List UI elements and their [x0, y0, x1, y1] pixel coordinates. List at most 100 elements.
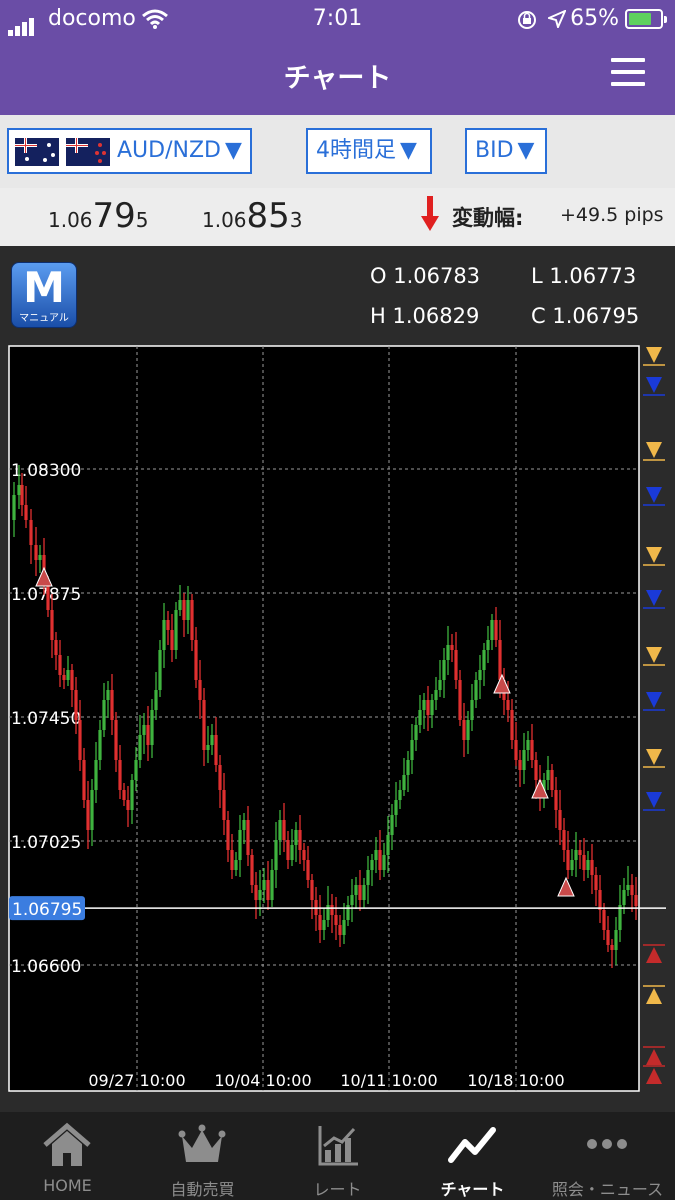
home-icon: [43, 1122, 91, 1166]
tab-auto-trade[interactable]: 自動売買: [135, 1112, 270, 1200]
chart-area[interactable]: 1.08300 1.07875 1.07450 1.07025 1.06600 09/27…: [0, 246, 675, 1112]
candle-body: [230, 850, 234, 870]
candle-body: [66, 670, 70, 680]
candle-body: [242, 820, 246, 830]
candle-body: [138, 735, 142, 760]
candle-body: [330, 905, 334, 915]
location-icon: [548, 10, 566, 28]
order-marker: [646, 442, 662, 458]
candle-body: [250, 855, 254, 885]
order-marker: [646, 988, 662, 1004]
candle-body: [202, 700, 206, 750]
candle-body: [410, 740, 414, 760]
ask-price: 1.06853: [202, 196, 303, 236]
candle-body: [46, 585, 50, 610]
candle-body: [350, 895, 354, 905]
candle-body: [274, 840, 278, 870]
tab-home-label: HOME: [43, 1176, 92, 1195]
dropdown-arrow-icon: ▼: [517, 138, 535, 163]
tab-chart[interactable]: チャート: [405, 1112, 540, 1200]
tab-inquiry-news[interactable]: 照会・ニュース: [540, 1112, 675, 1200]
candle-body: [294, 830, 298, 845]
candle-body: [126, 800, 130, 810]
tab-inquiry-news-label: 照会・ニュース: [551, 1180, 664, 1199]
order-marker: [646, 792, 662, 808]
menu-button[interactable]: [611, 58, 645, 88]
candle-body: [98, 730, 102, 760]
candle-body: [258, 890, 262, 900]
candle-body: [206, 745, 210, 750]
candle-body: [526, 740, 530, 750]
candle-body: [602, 910, 606, 930]
candle-body: [318, 915, 322, 930]
change-label: 変動幅:: [452, 206, 524, 230]
candle-body: [442, 660, 446, 680]
candle-body: [334, 915, 338, 925]
candle-body: [198, 680, 202, 700]
candle-body: [62, 675, 66, 680]
x-axis-label: 09/27 10:00: [88, 1071, 185, 1090]
candle-body: [106, 690, 110, 700]
tab-home[interactable]: HOME: [0, 1112, 135, 1200]
candle-body: [194, 640, 198, 680]
candle-body: [558, 810, 562, 830]
tab-rate-label: レート: [313, 1180, 362, 1199]
candle-body: [474, 680, 478, 700]
candle-body: [282, 820, 286, 840]
candle-body: [594, 875, 598, 890]
candle-body: [162, 620, 166, 650]
y-axis-label: 1.07025: [11, 833, 81, 853]
candle-body: [182, 600, 186, 620]
candle-body: [142, 725, 146, 735]
candle-body: [554, 790, 558, 810]
candle-body: [586, 860, 590, 870]
candle-body: [534, 760, 538, 780]
candle-body: [414, 725, 418, 740]
candle-body: [86, 800, 90, 830]
candle-body: [450, 645, 454, 650]
currency-pair-select[interactable]: AUD/NZD ▼: [7, 128, 252, 174]
page-title: チャート: [283, 63, 392, 94]
timeframe-select[interactable]: 4時間足 ▼: [306, 128, 432, 174]
order-marker: [646, 547, 662, 563]
tab-rate[interactable]: レート: [270, 1112, 405, 1200]
candlestick-chart[interactable]: 1.083001.078751.074501.070251.0660009/27…: [0, 246, 675, 1112]
candle-body: [386, 835, 390, 855]
candle-body: [222, 790, 226, 820]
candle-body: [286, 840, 290, 860]
candle-body: [326, 905, 330, 920]
open-price: O 1.06783: [370, 264, 481, 288]
order-marker: [646, 1068, 662, 1084]
candle-body: [150, 710, 154, 745]
candle-body: [298, 830, 302, 850]
candle-body: [346, 905, 350, 920]
candle-body: [390, 815, 394, 835]
bid-price: 1.06795: [48, 196, 149, 236]
candle-body: [70, 670, 74, 690]
candle-body: [226, 820, 230, 850]
candle-body: [374, 850, 378, 860]
candle-body: [58, 655, 62, 675]
australia-flag-icon: [15, 138, 59, 166]
price-side-select[interactable]: BID ▼: [465, 128, 547, 174]
candle-body: [530, 740, 534, 760]
candle-body: [382, 855, 386, 870]
manual-mode-button[interactable]: M マニュアル: [11, 262, 77, 328]
dropdown-arrow-icon: ▼: [400, 138, 417, 163]
close-price: C 1.06795: [531, 304, 640, 328]
candle-body: [338, 925, 342, 935]
order-marker: [646, 377, 662, 393]
candle-body: [354, 885, 358, 895]
candle-body: [378, 850, 382, 870]
candle-body: [490, 620, 494, 640]
candle-body: [398, 790, 402, 800]
candle-body: [134, 760, 138, 780]
y-axis-label: 1.07875: [11, 585, 81, 605]
x-axis-label: 10/18 10:00: [467, 1071, 564, 1090]
candle-body: [394, 800, 398, 815]
candle-body: [254, 885, 258, 900]
candle-body: [170, 630, 174, 650]
order-marker: [646, 487, 662, 503]
candle-body: [470, 700, 474, 720]
candle-body: [430, 700, 434, 715]
